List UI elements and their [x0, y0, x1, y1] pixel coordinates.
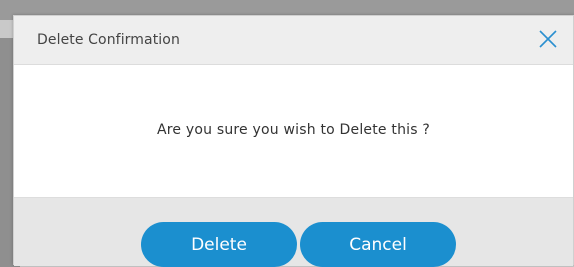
- delete-button[interactable]: Delete: [141, 222, 297, 267]
- dialog-body: Are you sure you wish to Delete this ?: [14, 65, 573, 197]
- dialog-footer: Delete Cancel: [14, 197, 573, 267]
- close-button[interactable]: [535, 26, 561, 52]
- delete-confirmation-dialog: Delete Confirmation Are you sure you wis…: [13, 15, 574, 267]
- dialog-header: Delete Confirmation: [14, 16, 573, 65]
- cancel-button[interactable]: Cancel: [300, 222, 456, 267]
- confirmation-message: Are you sure you wish to Delete this ?: [156, 122, 431, 138]
- close-icon: [539, 30, 557, 48]
- dialog-title: Delete Confirmation: [37, 32, 180, 48]
